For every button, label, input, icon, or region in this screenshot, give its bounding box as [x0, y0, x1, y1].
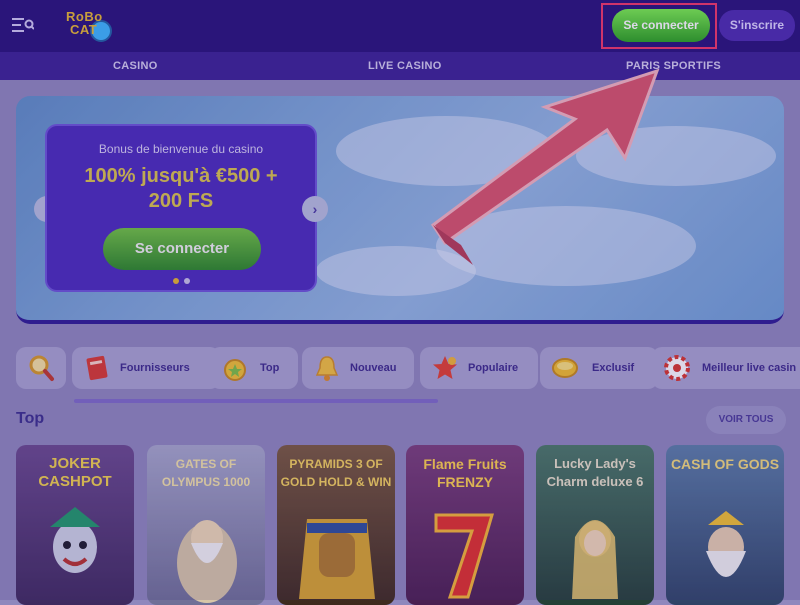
zeus-icon	[177, 520, 237, 603]
bonus-subtitle: Bonus de bienvenue du casino	[98, 142, 264, 156]
game-tile[interactable]: PYRAMIDS 3 OF GOLD HOLD & WIN	[277, 445, 395, 605]
carousel-dot[interactable]	[184, 278, 190, 284]
category-label: Populaire	[468, 362, 519, 374]
pharaoh-icon	[299, 519, 375, 599]
roulette-icon	[664, 355, 690, 381]
logo-text: RoBo CAT	[66, 10, 103, 36]
category-live-casino[interactable]: Meilleur live casin	[652, 347, 800, 389]
bonus-title-line-1: 100% jusqu'à €500 +	[84, 165, 278, 187]
game-title: PYRAMIDS 3 OF GOLD HOLD & WIN	[280, 457, 392, 489]
game-title: JOKER CASHPOT	[38, 455, 112, 490]
bonus-title: 100% jusqu'à €500 + 200 FS	[47, 164, 315, 214]
banner-login-button[interactable]: Se connecter	[103, 228, 261, 270]
top-header: RoBo CAT Se connecter S'inscrire	[0, 0, 800, 52]
logo-line-2: CAT	[70, 22, 98, 37]
joker-icon	[50, 507, 100, 573]
bonus-title-line-2: 200 FS	[148, 190, 214, 212]
category-exclusive[interactable]: Exclusif	[540, 347, 658, 389]
category-new[interactable]: Nouveau	[302, 347, 414, 389]
category-label: Top	[260, 362, 280, 374]
game-title: Flame Fruits FRENZY	[423, 456, 507, 490]
game-tile[interactable]: GATES OF OLYMPUS 1000	[147, 445, 265, 605]
lady-icon	[572, 520, 618, 599]
category-scrollbar[interactable]	[74, 399, 438, 403]
section-title: Top	[16, 410, 45, 427]
chevron-right-icon: ›	[312, 201, 318, 217]
game-tile[interactable]: Flame Fruits FRENZY	[406, 445, 524, 605]
game-title: CASH OF GODS	[670, 456, 780, 472]
god-icon	[706, 511, 746, 577]
nav-casino[interactable]: CASINO	[113, 52, 158, 80]
menu-icon[interactable]	[12, 15, 34, 35]
banner-next-button[interactable]: ›	[302, 196, 328, 222]
category-popular[interactable]: Populaire	[420, 347, 538, 389]
bonus-card: Bonus de bienvenue du casino 100% jusqu'…	[45, 124, 317, 292]
coin-icon	[552, 358, 578, 378]
category-label: Meilleur live casin	[702, 362, 797, 374]
game-tile[interactable]: JOKER CASHPOT	[16, 445, 134, 605]
game-title: GATES OF OLYMPUS 1000	[161, 457, 251, 489]
bell-icon	[315, 356, 339, 381]
category-providers[interactable]: Fournisseurs	[72, 347, 220, 389]
game-tile[interactable]: Lucky Lady's Charm deluxe 6	[536, 445, 654, 605]
category-top[interactable]: Top	[210, 347, 298, 389]
star-icon	[433, 356, 457, 379]
category-label: Nouveau	[350, 362, 397, 374]
category-bar: Fournisseurs Top Nouveau Populaire Exclu…	[16, 347, 800, 389]
category-label: Fournisseurs	[120, 362, 190, 374]
category-label: Exclusif	[592, 362, 635, 374]
see-all-button[interactable]: VOIR TOUS	[706, 406, 786, 434]
search-icon	[29, 355, 54, 381]
category-search[interactable]	[16, 347, 66, 389]
providers-icon	[86, 355, 108, 381]
pointer-arrow-icon	[430, 68, 660, 265]
login-button[interactable]: Se connecter	[612, 9, 710, 42]
medal-icon	[224, 359, 246, 381]
game-title: Lucky Lady's Charm deluxe 6	[546, 456, 644, 489]
seven-icon	[434, 513, 495, 599]
carousel-dot-active[interactable]	[173, 278, 179, 284]
signup-button[interactable]: S'inscrire	[719, 10, 795, 41]
game-tile[interactable]: CASH OF GODS	[666, 445, 784, 605]
